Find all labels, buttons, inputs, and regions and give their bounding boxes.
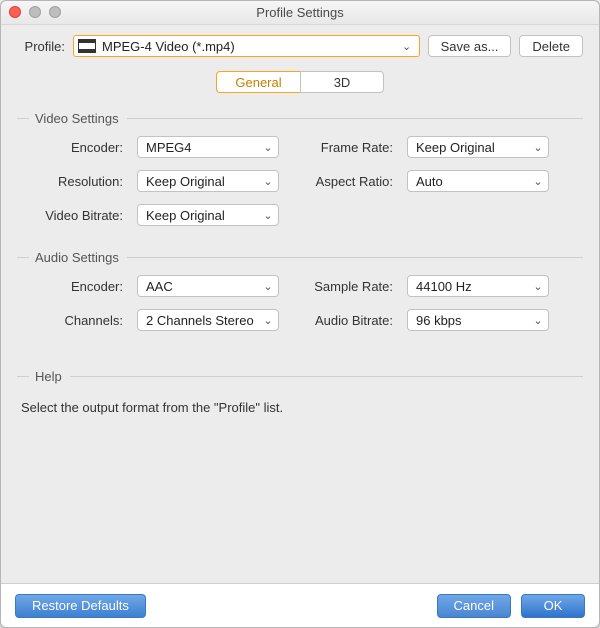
channels-label: Channels:: [23, 313, 123, 328]
audio-encoder-select[interactable]: AAC⌄: [137, 275, 279, 297]
chevron-down-icon: ⌄: [260, 314, 276, 327]
window-title: Profile Settings: [256, 5, 343, 20]
window-controls: [9, 6, 61, 18]
profile-select[interactable]: MPEG-4 Video (*.mp4) ⌄: [73, 35, 420, 57]
profile-row: Profile: MPEG-4 Video (*.mp4) ⌄ Save as.…: [17, 35, 583, 57]
content-area: Profile: MPEG-4 Video (*.mp4) ⌄ Save as.…: [1, 25, 599, 583]
audio-bitrate-select[interactable]: 96 kbps⌄: [407, 309, 549, 331]
mp4-format-icon: [78, 39, 96, 53]
chevron-down-icon: ⌄: [530, 314, 546, 327]
channels-select[interactable]: 2 Channels Stereo⌄: [137, 309, 279, 331]
chevron-down-icon: ⌄: [260, 141, 276, 154]
resolution-label: Resolution:: [23, 174, 123, 189]
chevron-down-icon: ⌄: [260, 280, 276, 293]
aspect-ratio-label: Aspect Ratio:: [293, 174, 393, 189]
frame-rate-select[interactable]: Keep Original⌄: [407, 136, 549, 158]
cancel-button[interactable]: Cancel: [437, 594, 511, 618]
save-as-button[interactable]: Save as...: [428, 35, 512, 57]
audio-settings-group: Audio Settings Encoder: AAC⌄ Sample Rate…: [17, 250, 583, 331]
zoom-icon: [49, 6, 61, 18]
chevron-down-icon: ⌄: [530, 175, 546, 188]
close-icon[interactable]: [9, 6, 21, 18]
resolution-select[interactable]: Keep Original⌄: [137, 170, 279, 192]
frame-rate-label: Frame Rate:: [293, 140, 393, 155]
chevron-down-icon: ⌄: [530, 280, 546, 293]
chevron-down-icon: ⌄: [260, 209, 276, 222]
video-encoder-label: Encoder:: [23, 140, 123, 155]
footer-bar: Restore Defaults Cancel OK: [1, 583, 599, 627]
chevron-down-icon: ⌄: [399, 40, 415, 53]
sample-rate-label: Sample Rate:: [293, 279, 393, 294]
help-group: Help Select the output format from the "…: [17, 369, 583, 415]
profile-value: MPEG-4 Video (*.mp4): [102, 39, 399, 54]
audio-settings-heading: Audio Settings: [35, 250, 119, 265]
ok-button[interactable]: OK: [521, 594, 585, 618]
video-settings-group: Video Settings Encoder: MPEG4⌄ Frame Rat…: [17, 111, 583, 226]
tab-bar: General 3D: [17, 71, 583, 93]
tab-3d[interactable]: 3D: [300, 71, 384, 93]
video-bitrate-select[interactable]: Keep Original⌄: [137, 204, 279, 226]
chevron-down-icon: ⌄: [530, 141, 546, 154]
video-encoder-select[interactable]: MPEG4⌄: [137, 136, 279, 158]
profile-settings-window: Profile Settings Profile: MPEG-4 Video (…: [0, 0, 600, 628]
restore-defaults-button[interactable]: Restore Defaults: [15, 594, 146, 618]
audio-encoder-label: Encoder:: [23, 279, 123, 294]
titlebar: Profile Settings: [1, 1, 599, 25]
aspect-ratio-select[interactable]: Auto⌄: [407, 170, 549, 192]
video-bitrate-label: Video Bitrate:: [23, 208, 123, 223]
help-heading: Help: [35, 369, 62, 384]
tab-general[interactable]: General: [216, 71, 300, 93]
chevron-down-icon: ⌄: [260, 175, 276, 188]
sample-rate-select[interactable]: 44100 Hz⌄: [407, 275, 549, 297]
delete-button[interactable]: Delete: [519, 35, 583, 57]
minimize-icon: [29, 6, 41, 18]
audio-bitrate-label: Audio Bitrate:: [293, 313, 393, 328]
video-settings-heading: Video Settings: [35, 111, 119, 126]
profile-label: Profile:: [17, 39, 65, 54]
help-text: Select the output format from the "Profi…: [17, 394, 583, 415]
